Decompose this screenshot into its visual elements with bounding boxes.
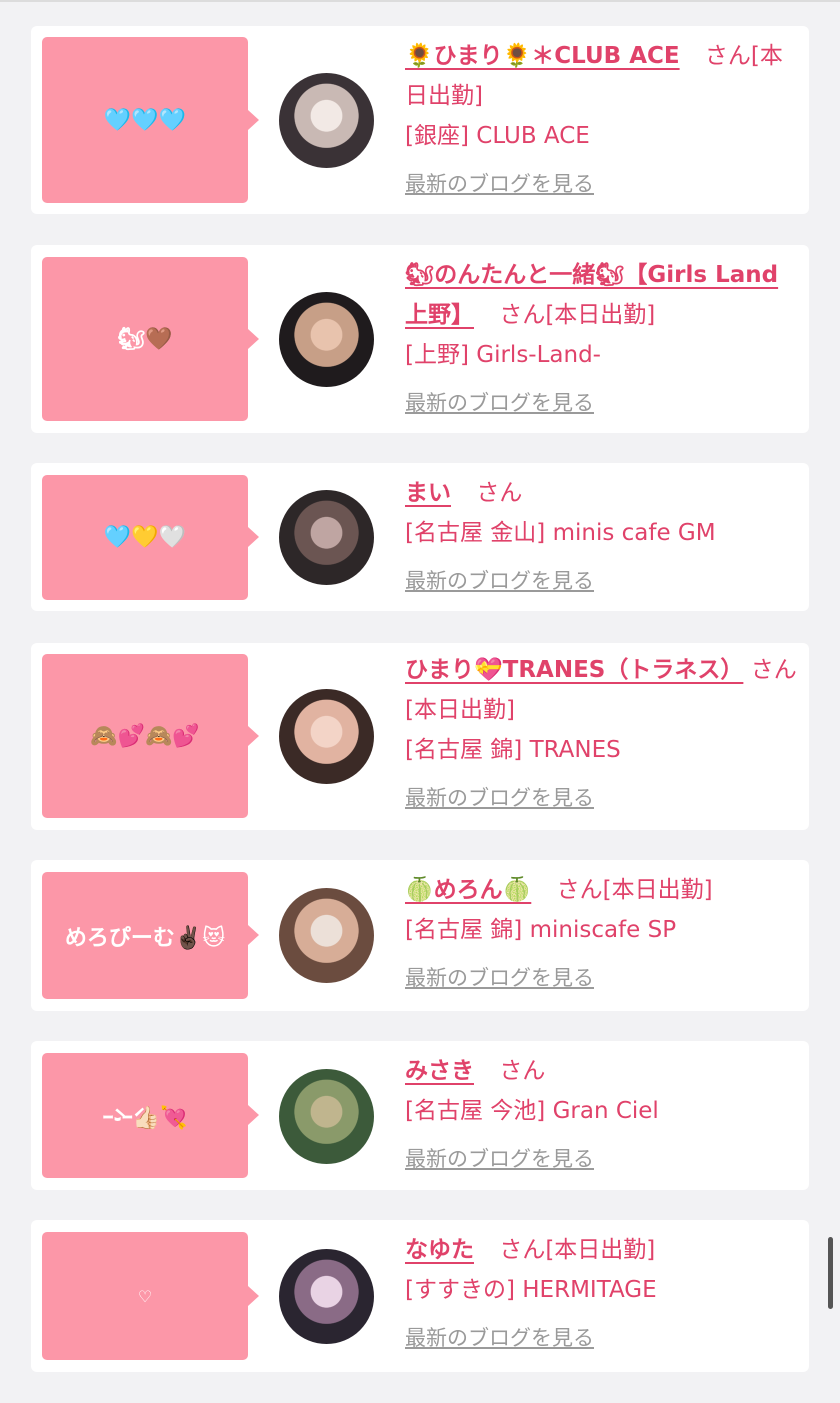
top-divider xyxy=(0,0,840,2)
cast-name-link[interactable]: 🌻ひまり🌻＊CLUB ACE xyxy=(405,43,680,69)
cast-info: まい さん [名古屋 金山] minis cafe GM 最新のブログを見る xyxy=(405,473,799,601)
blog-card: 🩵💛🤍 まい さん [名古屋 金山] minis cafe GM 最新のブログを… xyxy=(31,463,809,611)
shop-label: [名古屋 金山] minis cafe GM xyxy=(405,520,716,546)
comment-bubble: ♡ xyxy=(42,1232,248,1360)
latest-blog-link[interactable]: 最新のブログを見る xyxy=(405,958,594,998)
bubble-tail xyxy=(248,527,259,547)
cast-info: ひまり💝TRANES（トラネス） さん[本日出勤] [名古屋 錦] TRANES… xyxy=(405,650,799,818)
blog-card: 🐿🤎 🐿のんたんと一緒🐿【Girls Land 上野】 さん[本日出勤] [上野… xyxy=(31,245,809,433)
bubble-text: 🙈💕🙈💕 xyxy=(90,723,200,749)
latest-blog-link[interactable]: 最新のブログを見る xyxy=(405,778,594,818)
cast-info: なゆた さん[本日出勤] [すすきの] HERMITAGE 最新のブログを見る xyxy=(405,1230,799,1358)
shop-label: [上野] Girls-Land- xyxy=(405,342,601,368)
avatar[interactable] xyxy=(279,1249,374,1344)
blog-card: めろぴーむ✌🏿😻 🍈めろん🍈 さん[本日出勤] [名古屋 錦] miniscaf… xyxy=(31,860,809,1011)
cast-title-line: みさき さん xyxy=(405,1051,799,1091)
cast-title-line: ひまり💝TRANES（トラネス） さん[本日出勤] xyxy=(405,650,799,730)
avatar[interactable] xyxy=(279,292,374,387)
bubble-tail xyxy=(248,1286,259,1306)
latest-blog-link[interactable]: 最新のブログを見る xyxy=(405,164,594,204)
cast-suffix: さん xyxy=(499,1058,546,1084)
cast-suffix: さん[本日出勤] xyxy=(499,1237,656,1263)
cast-info: 🌻ひまり🌻＊CLUB ACE さん[本日出勤] [銀座] CLUB ACE 最新… xyxy=(405,36,799,204)
cast-name-link[interactable]: 🍈めろん🍈 xyxy=(405,877,531,903)
cast-title-line: 🍈めろん🍈 さん[本日出勤] xyxy=(405,870,799,910)
shop-label: [銀座] CLUB ACE xyxy=(405,123,590,149)
bubble-text: ｰ̀֊ｰ́👍🏻💘 xyxy=(102,1105,188,1131)
blog-card: 🩵🩵🩵 🌻ひまり🌻＊CLUB ACE さん[本日出勤] [銀座] CLUB AC… xyxy=(31,26,809,214)
comment-bubble: めろぴーむ✌🏿😻 xyxy=(42,872,248,999)
comment-bubble: 🐿🤎 xyxy=(42,257,248,421)
comment-bubble: 🩵🩵🩵 xyxy=(42,37,248,203)
cast-info: 🍈めろん🍈 さん[本日出勤] [名古屋 錦] miniscafe SP 最新のブ… xyxy=(405,870,799,998)
bubble-text: 🐿🤎 xyxy=(117,326,173,352)
avatar[interactable] xyxy=(279,689,374,784)
cast-suffix: さん xyxy=(476,480,523,506)
cast-info: 🐿のんたんと一緒🐿【Girls Land 上野】 さん[本日出勤] [上野] G… xyxy=(405,255,799,423)
scrollbar-thumb[interactable] xyxy=(828,1237,833,1309)
shop-label: [名古屋 錦] miniscafe SP xyxy=(405,917,677,943)
blog-card: ♡ なゆた さん[本日出勤] [すすきの] HERMITAGE 最新のブログを見… xyxy=(31,1220,809,1372)
cast-name-link[interactable]: みさき xyxy=(405,1058,474,1084)
cast-title-line: 🌻ひまり🌻＊CLUB ACE さん[本日出勤] xyxy=(405,36,799,116)
shop-label: [すすきの] HERMITAGE xyxy=(405,1277,657,1303)
bubble-tail xyxy=(248,1105,259,1125)
bubble-tail xyxy=(248,726,259,746)
shop-label: [名古屋 錦] TRANES xyxy=(405,737,621,763)
latest-blog-link[interactable]: 最新のブログを見る xyxy=(405,561,594,601)
cast-suffix: さん[本日出勤] xyxy=(499,302,656,328)
blog-card: 🙈💕🙈💕 ひまり💝TRANES（トラネス） さん[本日出勤] [名古屋 錦] T… xyxy=(31,643,809,830)
latest-blog-link[interactable]: 最新のブログを見る xyxy=(405,1318,594,1358)
cast-name-link[interactable]: まい xyxy=(405,480,451,506)
latest-blog-link[interactable]: 最新のブログを見る xyxy=(405,383,594,423)
cast-title-line: なゆた さん[本日出勤] xyxy=(405,1230,799,1270)
cast-name-link[interactable]: なゆた xyxy=(405,1237,474,1263)
bubble-text: ♡ xyxy=(137,1286,153,1306)
cast-title-line: まい さん xyxy=(405,473,799,513)
comment-bubble: 🩵💛🤍 xyxy=(42,475,248,600)
blog-card: ｰ̀֊ｰ́👍🏻💘 みさき さん [名古屋 今池] Gran Ciel 最新のブロ… xyxy=(31,1041,809,1190)
bubble-text: 🩵💛🤍 xyxy=(103,525,187,550)
cast-title-line: 🐿のんたんと一緒🐿【Girls Land 上野】 さん[本日出勤] xyxy=(405,255,799,335)
bubble-text: 🩵🩵🩵 xyxy=(103,107,187,133)
cast-info: みさき さん [名古屋 今池] Gran Ciel 最新のブログを見る xyxy=(405,1051,799,1179)
avatar[interactable] xyxy=(279,1069,374,1164)
avatar[interactable] xyxy=(279,490,374,585)
bubble-text: めろぴーむ✌🏿😻 xyxy=(64,925,226,951)
bubble-tail xyxy=(248,329,259,349)
latest-blog-link[interactable]: 最新のブログを見る xyxy=(405,1139,594,1179)
avatar[interactable] xyxy=(279,73,374,168)
bubble-tail xyxy=(248,110,259,130)
avatar[interactable] xyxy=(279,888,374,983)
bubble-tail xyxy=(248,925,259,945)
comment-bubble: ｰ̀֊ｰ́👍🏻💘 xyxy=(42,1053,248,1178)
shop-label: [名古屋 今池] Gran Ciel xyxy=(405,1098,659,1124)
cast-name-link[interactable]: ひまり💝TRANES（トラネス） xyxy=(405,657,743,683)
cast-suffix: さん[本日出勤] xyxy=(556,877,713,903)
comment-bubble: 🙈💕🙈💕 xyxy=(42,654,248,818)
